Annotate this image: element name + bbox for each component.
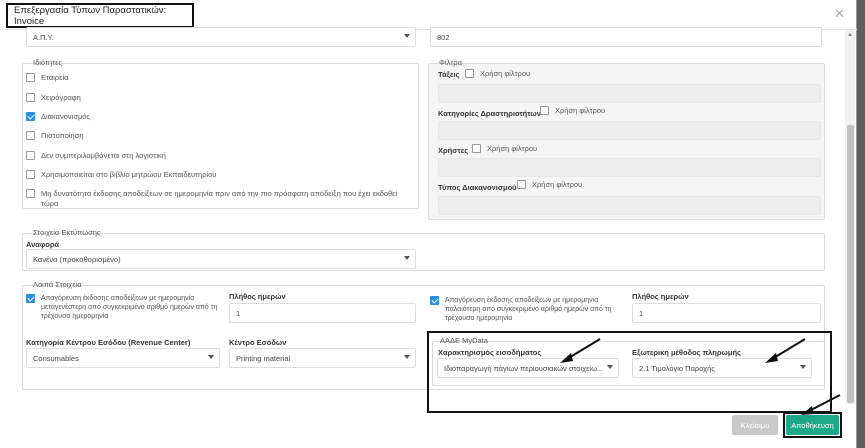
- modal-footer: [0, 404, 857, 448]
- checkbox[interactable]: [26, 93, 35, 102]
- filter-use-label: Χρήση φίλτρου: [532, 180, 583, 189]
- print-legend: Στοιχεία Εκτύπωσης: [33, 228, 101, 237]
- property-checkbox-row[interactable]: Εταιρεία: [26, 73, 411, 83]
- document-series-value: Α.Π.Υ.: [33, 32, 54, 42]
- checkbox[interactable]: [26, 189, 35, 198]
- days-count-value: 1: [236, 308, 241, 318]
- arrow-icon: [765, 338, 806, 363]
- document-series-select[interactable]: Α.Π.Υ.: [26, 27, 416, 47]
- property-label: Δεν συμπεριλαμβάνεται στη λογιστική: [41, 151, 166, 160]
- properties-legend: Ιδιότητες: [33, 58, 63, 67]
- checkbox[interactable]: [26, 112, 35, 121]
- filter-use-label: Χρήση φίλτρου: [487, 144, 538, 153]
- checkbox[interactable]: [517, 180, 526, 189]
- property-label: Μη δυνατότητα έκδοσης αποδείξεων σε ημερ…: [41, 189, 398, 208]
- close-icon[interactable]: ✕: [834, 6, 845, 22]
- days-count-label: Πλήθος ημερών: [632, 292, 689, 301]
- filter-settlement-type-toggle[interactable]: Χρήση φίλτρου: [517, 180, 582, 189]
- property-checkbox-row[interactable]: Χειρόγραφη: [26, 93, 411, 103]
- property-checkbox-row[interactable]: Δεν συμπεριλαμβάνεται στη λογιστική: [26, 151, 411, 161]
- checkbox[interactable]: [26, 73, 35, 82]
- save-button[interactable]: Αποθήκευση: [786, 415, 839, 435]
- later-date-restriction-toggle[interactable]: Απαγόρευση έκδοσης αποδείξεων με ημερομη…: [26, 294, 226, 321]
- filter-users-field[interactable]: [438, 158, 821, 177]
- property-label: Διακανονισμός: [41, 112, 91, 121]
- property-label: Χειρόγραφη: [41, 93, 81, 102]
- revenue-category-value: Consumables: [33, 353, 79, 363]
- arrow-icon: [560, 338, 601, 363]
- checkbox[interactable]: [26, 294, 35, 303]
- filter-classes-label: Τάξεις: [438, 70, 460, 79]
- days-count-input[interactable]: 1: [632, 303, 821, 323]
- other-legend: Λοιπά Στοιχεία: [33, 280, 82, 289]
- edit-document-type-modal: Επεξεργασία Τύπων Παραστατικών: Invoice …: [0, 0, 857, 448]
- property-checkbox-row[interactable]: Διακανονισμός: [26, 112, 411, 122]
- revenue-category-select[interactable]: Consumables: [26, 348, 220, 368]
- property-checkbox-row[interactable]: Μη δυνατότητα έκδοσης αποδείξεων σε ημερ…: [26, 189, 411, 209]
- property-label: Χρησιμοποιείται στο βιβλίο μητρώου Εκπαι…: [41, 170, 217, 179]
- filter-classes-field[interactable]: [438, 84, 821, 103]
- report-select[interactable]: Κανένα (προκαθορισμένο): [26, 249, 416, 269]
- filter-settlement-type-field[interactable]: [438, 196, 821, 215]
- days-count-label: Πλήθος ημερών: [229, 292, 286, 301]
- property-label: Πιστοποίηση: [41, 131, 84, 140]
- chevron-down-icon: [404, 256, 410, 260]
- checkbox[interactable]: [540, 106, 549, 115]
- chevron-down-icon: [208, 355, 214, 359]
- earlier-date-restriction-toggle[interactable]: Απαγόρευση έκδοσης αποδείξεων με ημερομη…: [430, 296, 630, 323]
- checkbox[interactable]: [26, 151, 35, 160]
- property-checkbox-row[interactable]: Χρησιμοποιείται στο βιβλίο μητρώου Εκπαι…: [26, 170, 411, 180]
- modal-title: Επεξεργασία Τύπων Παραστατικών: Invoice: [6, 3, 194, 28]
- checkbox[interactable]: [465, 69, 474, 78]
- scrollbar[interactable]: ▲: [845, 30, 855, 404]
- checkbox[interactable]: [26, 131, 35, 140]
- modal-header: Επεξεργασία Τύπων Παραστατικών: Invoice …: [0, 0, 857, 30]
- checkbox[interactable]: [430, 296, 439, 305]
- filter-use-label: Χρήση φίλτρου: [480, 69, 531, 78]
- filter-users-toggle[interactable]: Χρήση φίλτρου: [472, 144, 537, 153]
- revenue-center-select[interactable]: Printing material: [229, 348, 416, 368]
- close-button[interactable]: Κλείσιμο: [732, 415, 778, 435]
- filter-activity-categories-label: Κατηγορίες Δραστηριοτήτων: [438, 109, 541, 118]
- report-value: Κανένα (προκαθορισμένο): [33, 254, 121, 264]
- filter-classes-toggle[interactable]: Χρήση φίλτρου: [465, 69, 530, 78]
- scroll-up-icon[interactable]: ▲: [847, 32, 853, 38]
- filter-users-label: Χρήστες: [438, 146, 469, 155]
- chevron-down-icon: [404, 34, 410, 38]
- revenue-category-label: Κατηγορία Κέντρου Εσόδου (Revenue Center…: [26, 338, 191, 347]
- revenue-center-value: Printing material: [236, 353, 291, 363]
- later-date-restriction-label: Απαγόρευση έκδοσης αποδείξεων με ημερομη…: [41, 295, 218, 320]
- property-label: Εταιρεία: [41, 73, 69, 82]
- earlier-date-restriction-label: Απαγόρευση έκδοσης αποδείξεων με ημερομη…: [445, 297, 612, 322]
- revenue-center-label: Κέντρο Εσόδων: [229, 338, 287, 347]
- report-label: Αναφορά: [26, 240, 60, 249]
- filter-use-label: Χρήση φίλτρου: [555, 106, 606, 115]
- document-code-value: 802: [437, 32, 450, 42]
- property-checkbox-row[interactable]: Πιστοποίηση: [26, 131, 411, 141]
- filter-activity-categories-toggle[interactable]: Χρήση φίλτρου: [540, 106, 605, 115]
- checkbox[interactable]: [472, 144, 481, 153]
- filters-legend: Φίλτρα: [439, 58, 462, 67]
- filter-settlement-type-label: Τύπος Διακανονισμού: [438, 183, 517, 192]
- days-count-input[interactable]: 1: [229, 303, 416, 323]
- filter-activity-categories-field[interactable]: [438, 121, 821, 140]
- scrollbar-thumb[interactable]: [847, 125, 854, 403]
- days-count-value: 1: [639, 308, 644, 318]
- chevron-down-icon: [404, 355, 410, 359]
- document-code-input[interactable]: 802: [430, 27, 822, 47]
- checkbox[interactable]: [26, 170, 35, 179]
